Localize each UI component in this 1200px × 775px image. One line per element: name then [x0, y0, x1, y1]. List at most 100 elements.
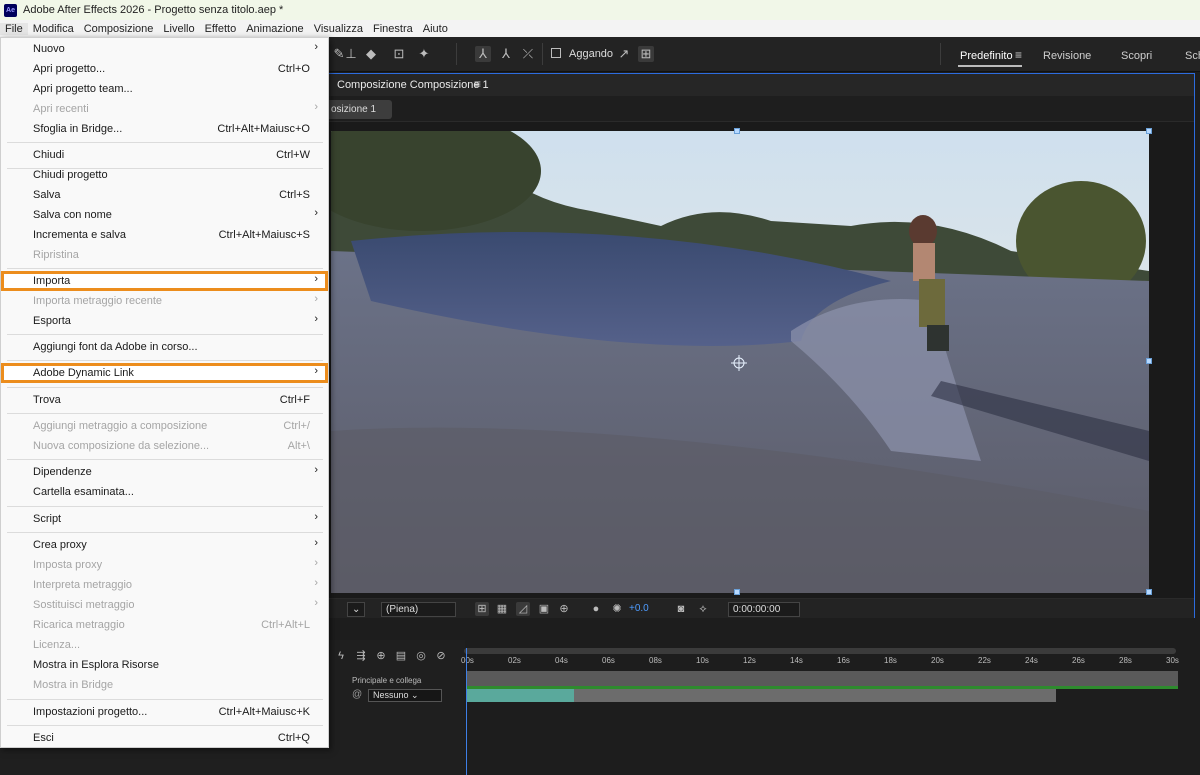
resolution-value: (Piena)	[386, 604, 419, 615]
menu-item-label: Aggiungi font da Adobe in corso...	[33, 341, 198, 353]
snap-checkbox[interactable]	[551, 48, 561, 58]
workspace-menu-icon[interactable]: ≡	[1015, 48, 1022, 62]
parent-dropdown[interactable]: Nessuno ⌄	[368, 689, 442, 702]
menu-item-crea-proxy[interactable]: Crea proxy ›	[1, 535, 328, 555]
view-axis-icon[interactable]: ⤫	[520, 46, 536, 62]
menu-file[interactable]: File	[0, 22, 28, 35]
mask-visibility-icon[interactable]: ◿	[516, 602, 530, 616]
composition-panel-title[interactable]: Composizione Composizione 1	[337, 79, 489, 91]
menu-visualizza[interactable]: Visualizza	[309, 23, 368, 35]
workspace-tab-discover[interactable]: Scopri	[1121, 50, 1152, 62]
menu-item-adobe-dynamic-link[interactable]: Adobe Dynamic Link ›	[1, 363, 328, 383]
region-of-interest-icon[interactable]: ▣	[537, 602, 551, 616]
current-time-field[interactable]: 0:00:00:00	[728, 602, 800, 617]
menu-composizione[interactable]: Composizione	[79, 23, 159, 35]
menu-item-esci[interactable]: Esci Ctrl+Q	[1, 728, 328, 748]
frame-blending-icon[interactable]: ⊕	[374, 649, 388, 663]
time-tick: 26s	[1072, 656, 1085, 665]
menu-effetto[interactable]: Effetto	[200, 23, 242, 35]
menu-item-trova[interactable]: Trova Ctrl+F	[1, 390, 328, 410]
menu-item-apri-progetto[interactable]: Apri progetto... Ctrl+O	[1, 59, 328, 79]
workspace-tab-default[interactable]: Predefinito	[960, 50, 1013, 62]
snapshot-camera-icon[interactable]: ◙	[674, 602, 688, 616]
menu-item-apri-progetto-team[interactable]: Apri progetto team...	[1, 79, 328, 99]
menu-separator	[7, 532, 323, 533]
composition-panel: Composizione Composizione 1 ≡ osizione 1	[328, 73, 1195, 618]
menu-item-label: Sfoglia in Bridge...	[33, 123, 123, 135]
menu-item-label: Imposta proxy	[33, 559, 103, 571]
render-icon[interactable]: ⊘	[434, 649, 448, 663]
menu-finestra[interactable]: Finestra	[368, 23, 418, 35]
world-axis-icon[interactable]: ⅄	[498, 46, 514, 62]
puppet-pin-tool-icon[interactable]: ✦	[416, 46, 432, 62]
draft-3d-icon[interactable]: ϟ	[334, 649, 348, 663]
eraser-tool-icon[interactable]: ◆	[363, 46, 379, 62]
parent-column-header: Principale e collega	[352, 676, 422, 685]
window-title: Adobe After Effects 2026 - Progetto senz…	[23, 4, 284, 16]
snap-grid-icon[interactable]: ⊞	[638, 46, 654, 62]
graph-editor-icon[interactable]: ◎	[414, 649, 428, 663]
work-area-bar[interactable]	[466, 671, 1178, 687]
menu-item-dipendenze[interactable]: Dipendenze ›	[1, 462, 328, 482]
menu-modifica[interactable]: Modifica	[28, 23, 79, 35]
panel-menu-icon[interactable]: ≡	[474, 77, 481, 91]
time-tick: 12s	[743, 656, 756, 665]
menu-item-cartella-esaminata[interactable]: Cartella esaminata...	[1, 482, 328, 502]
app-icon: Ae	[4, 3, 17, 17]
menu-item-chiudi[interactable]: Chiudi Ctrl+W	[1, 145, 328, 165]
menu-item-sfoglia-in-bridge[interactable]: Sfoglia in Bridge... Ctrl+Alt+Maiusc+O	[1, 119, 328, 139]
menu-item-label: Nuova composizione da selezione...	[33, 440, 210, 452]
resolution-dropdown[interactable]: (Piena)	[381, 602, 456, 617]
menu-item-impostazioni-progetto[interactable]: Impostazioni progetto... Ctrl+Alt+Maiusc+…	[1, 702, 328, 722]
time-tick: 06s	[602, 656, 615, 665]
workspace-tab-more[interactable]: Sch	[1185, 50, 1200, 62]
menu-item-salva-con-nome[interactable]: Salva con nome ›	[1, 205, 328, 225]
menu-item-incrementa-e-salva[interactable]: Incrementa e salva Ctrl+Alt+Maiusc+S	[1, 225, 328, 245]
color-channels-icon[interactable]: ●	[589, 602, 603, 616]
magnification-dropdown[interactable]: ⌄	[347, 602, 365, 617]
hide-shy-layers-icon[interactable]: ⇶	[354, 649, 368, 663]
workspace-tab-review[interactable]: Revisione	[1043, 50, 1091, 62]
menu-item-script[interactable]: Script ›	[1, 509, 328, 529]
project-panel-area	[0, 748, 330, 775]
menu-item-shortcut: Alt+\	[287, 440, 310, 452]
menu-item-mostra-in-esplora-risorse[interactable]: Mostra in Esplora Risorse	[1, 655, 328, 675]
menu-aiuto[interactable]: Aiuto	[418, 23, 453, 35]
menu-animazione[interactable]: Animazione	[241, 23, 308, 35]
menu-item-label: Mostra in Bridge	[33, 679, 114, 691]
timeline-navigator[interactable]	[464, 648, 1176, 654]
layer-handle-top[interactable]	[734, 128, 740, 134]
pick-whip-icon[interactable]: @	[352, 689, 362, 700]
grid-guides-icon[interactable]: ⊕	[557, 602, 571, 616]
layer-handle-right[interactable]	[1146, 358, 1152, 364]
submenu-arrow-icon: ›	[314, 273, 318, 285]
show-snapshot-icon[interactable]: ⟡	[696, 602, 710, 616]
menu-item-esporta[interactable]: Esporta ›	[1, 311, 328, 331]
roto-brush-tool-icon[interactable]: ⊡	[391, 46, 407, 62]
transparency-grid-icon[interactable]: ▦	[495, 602, 509, 616]
current-time-indicator[interactable]	[466, 648, 467, 775]
snap-options-icon[interactable]: ↗	[616, 46, 632, 62]
time-tick: 20s	[931, 656, 944, 665]
motion-blur-icon[interactable]: ▤	[394, 649, 408, 663]
composition-viewer[interactable]	[331, 131, 1149, 593]
exposure-value[interactable]: +0.0	[629, 603, 649, 614]
menu-item-ricarica-metraggio: Ricarica metraggio Ctrl+Alt+L	[1, 615, 328, 635]
clone-stamp-tool-icon[interactable]: ⊥	[343, 46, 359, 62]
fast-preview-icon[interactable]: ⊞	[475, 602, 489, 616]
menu-item-salva[interactable]: Salva Ctrl+S	[1, 185, 328, 205]
layer-handle-bottom-right[interactable]	[1146, 589, 1152, 595]
layer-handle-bottom[interactable]	[734, 589, 740, 595]
menu-item-importa[interactable]: Importa ›	[1, 271, 328, 291]
menu-item-imposta-proxy: Imposta proxy ›	[1, 555, 328, 575]
layer-handle-top-right[interactable]	[1146, 128, 1152, 134]
menu-item-aggiungi-font-da-adobe-in-corso[interactable]: Aggiungi font da Adobe in corso...	[1, 337, 328, 357]
composition-tab[interactable]: osizione 1	[329, 100, 392, 119]
menu-item-label: Esci	[33, 732, 54, 744]
menu-livello[interactable]: Livello	[158, 23, 199, 35]
menu-item-nuovo[interactable]: Nuovo ›	[1, 39, 328, 59]
menu-item-shortcut: Ctrl+W	[276, 149, 310, 161]
local-axis-icon[interactable]: ⅄	[475, 46, 491, 62]
time-tick: 10s	[696, 656, 709, 665]
color-management-icon[interactable]: ✺	[610, 602, 624, 616]
